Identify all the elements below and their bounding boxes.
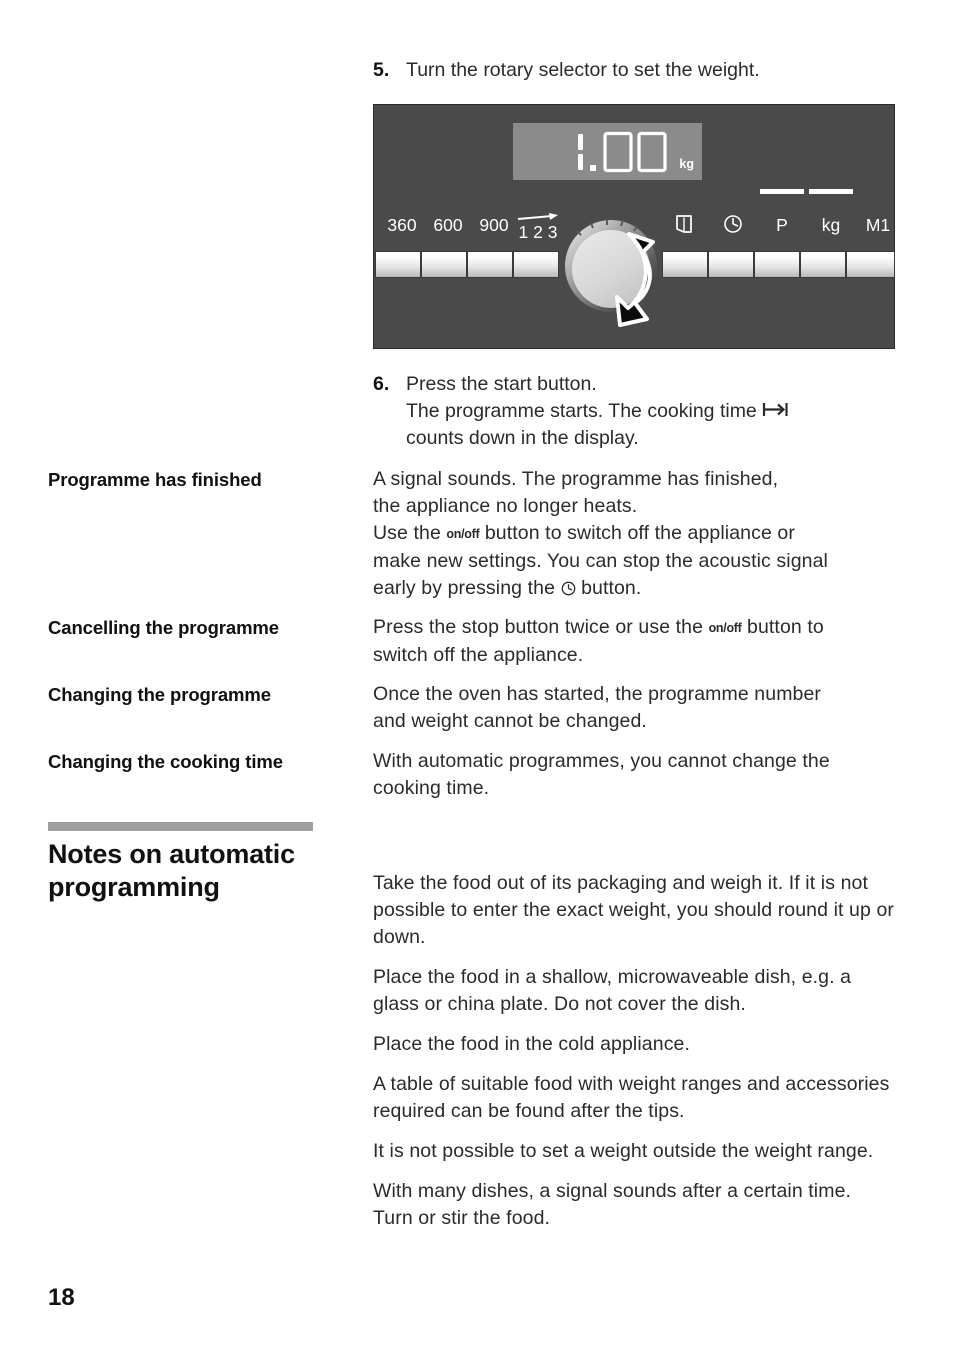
desc-line: switch off the appliance. — [373, 644, 584, 666]
note-paragraph: Place the food in the cold appliance. — [373, 1033, 691, 1055]
indicator-bar-p — [760, 189, 804, 194]
step-6-number: 6. — [373, 373, 390, 395]
panel-label-m1: M1 — [865, 215, 891, 235]
indicator-bar-kg — [809, 189, 853, 194]
term-cancelling-the-programme: Cancelling the programme — [48, 614, 360, 641]
desc-line: Once the oven has started, the programme… — [373, 683, 822, 705]
panel-label-123-text: 1 2 3 — [518, 222, 558, 242]
seven-segment-value — [578, 131, 668, 172]
step-6-line-1: Press the start button. — [406, 373, 597, 395]
desc-text: button. — [575, 577, 642, 599]
oven-display: kg — [513, 123, 702, 180]
desc-programme-has-finished: A signal sounds. The programme has finis… — [373, 466, 895, 602]
term-label: Changing the cooking time — [48, 751, 283, 772]
step-5-text: Turn the rotary selector to set the weig… — [406, 59, 760, 81]
note-paragraph: A table of suitable food with weight ran… — [373, 1073, 890, 1122]
step-5: 5. Turn the rotary selector to set the w… — [373, 57, 895, 84]
display-unit: kg — [679, 157, 694, 171]
page-number: 18 — [48, 1284, 75, 1311]
panel-button-kg[interactable] — [800, 251, 846, 278]
step-6: 6. Press the start button. The programme… — [373, 371, 895, 452]
display-readout: kg — [560, 130, 694, 174]
note-paragraph: It is not possible to set a weight outsi… — [373, 1140, 874, 1162]
term-label: Programme has finished — [48, 469, 262, 490]
panel-label-p: P — [776, 215, 788, 235]
panel-button-p[interactable] — [754, 251, 800, 278]
term-programme-has-finished: Programme has finished — [48, 466, 360, 493]
desc-line: early by pressing the button. — [373, 575, 895, 602]
desc-cancelling-the-programme: Press the stop button twice or use the o… — [373, 614, 895, 669]
panel-button-900[interactable] — [467, 251, 513, 278]
desc-line: Use the on/off button to switch off the … — [373, 520, 895, 548]
desc-changing-the-cooking-time: With automatic programmes, you cannot ch… — [373, 748, 895, 802]
cooking-time-icon — [762, 401, 789, 418]
term-label: Changing the programme — [48, 684, 271, 705]
desc-text: Press the stop button twice or use the — [373, 616, 709, 638]
panel-button-clock[interactable] — [708, 251, 754, 278]
clock-icon — [711, 213, 755, 235]
rotary-selector-graphic — [565, 219, 657, 327]
desc-line: and weight cannot be changed. — [373, 710, 647, 732]
panel-button-123[interactable] — [513, 251, 559, 278]
section-rule — [48, 822, 313, 831]
step-6-block: 6. Press the start button. The programme… — [373, 371, 895, 452]
desc-changing-the-programme: Once the oven has started, the programme… — [373, 681, 895, 735]
desc-line: make new settings. You can stop the acou… — [373, 550, 828, 572]
step-6-line-3: counts down in the display. — [406, 427, 639, 449]
panel-button-360[interactable] — [375, 251, 421, 278]
rotary-selector[interactable] — [556, 209, 686, 331]
note-paragraph: Take the food out of its packaging and w… — [373, 872, 895, 948]
panel-button-600[interactable] — [421, 251, 467, 278]
page-title: Notes on automatic programming — [48, 839, 295, 902]
desc-line: Press the stop button twice or use the o… — [373, 614, 895, 642]
step-5-number: 5. — [373, 59, 390, 81]
desc-line: cooking time. — [373, 777, 490, 799]
notes-body: Take the food out of its packaging and w… — [373, 870, 895, 1232]
note-paragraph: Place the food in a shallow, microwaveab… — [373, 966, 852, 1015]
manual-page: 5. Turn the rotary selector to set the w… — [0, 0, 954, 1352]
step-6-line-2: The programme starts. The cooking time — [406, 398, 895, 425]
on-off-label: on/off — [708, 621, 742, 635]
desc-text: early by pressing the — [373, 577, 561, 599]
control-panel-illustration: kg 360 600 900 1 2 3 P kg M1 — [373, 104, 895, 349]
term-changing-the-cooking-time: Changing the cooking time — [48, 748, 360, 775]
desc-line: the appliance no longer heats. — [373, 495, 638, 517]
desc-text: button to — [741, 616, 824, 638]
note-paragraph: With many dishes, a signal sounds after … — [373, 1180, 852, 1229]
panel-button-m1[interactable] — [846, 251, 895, 278]
on-off-label: on/off — [446, 527, 480, 541]
term-label: Cancelling the programme — [48, 617, 279, 638]
desc-text: button to switch off the appliance or — [479, 522, 795, 544]
clock-icon — [561, 581, 576, 596]
desc-line: With automatic programmes, you cannot ch… — [373, 750, 830, 772]
desc-line: A signal sounds. The programme has finis… — [373, 468, 779, 490]
panel-label-clock — [711, 213, 755, 235]
step-6-line-2-text: The programme starts. The cooking time — [406, 400, 763, 422]
term-changing-the-programme: Changing the programme — [48, 681, 360, 708]
desc-text: Use the — [373, 522, 447, 544]
panel-label-kg: kg — [821, 215, 841, 235]
step-5-line: 5. Turn the rotary selector to set the w… — [373, 57, 895, 84]
